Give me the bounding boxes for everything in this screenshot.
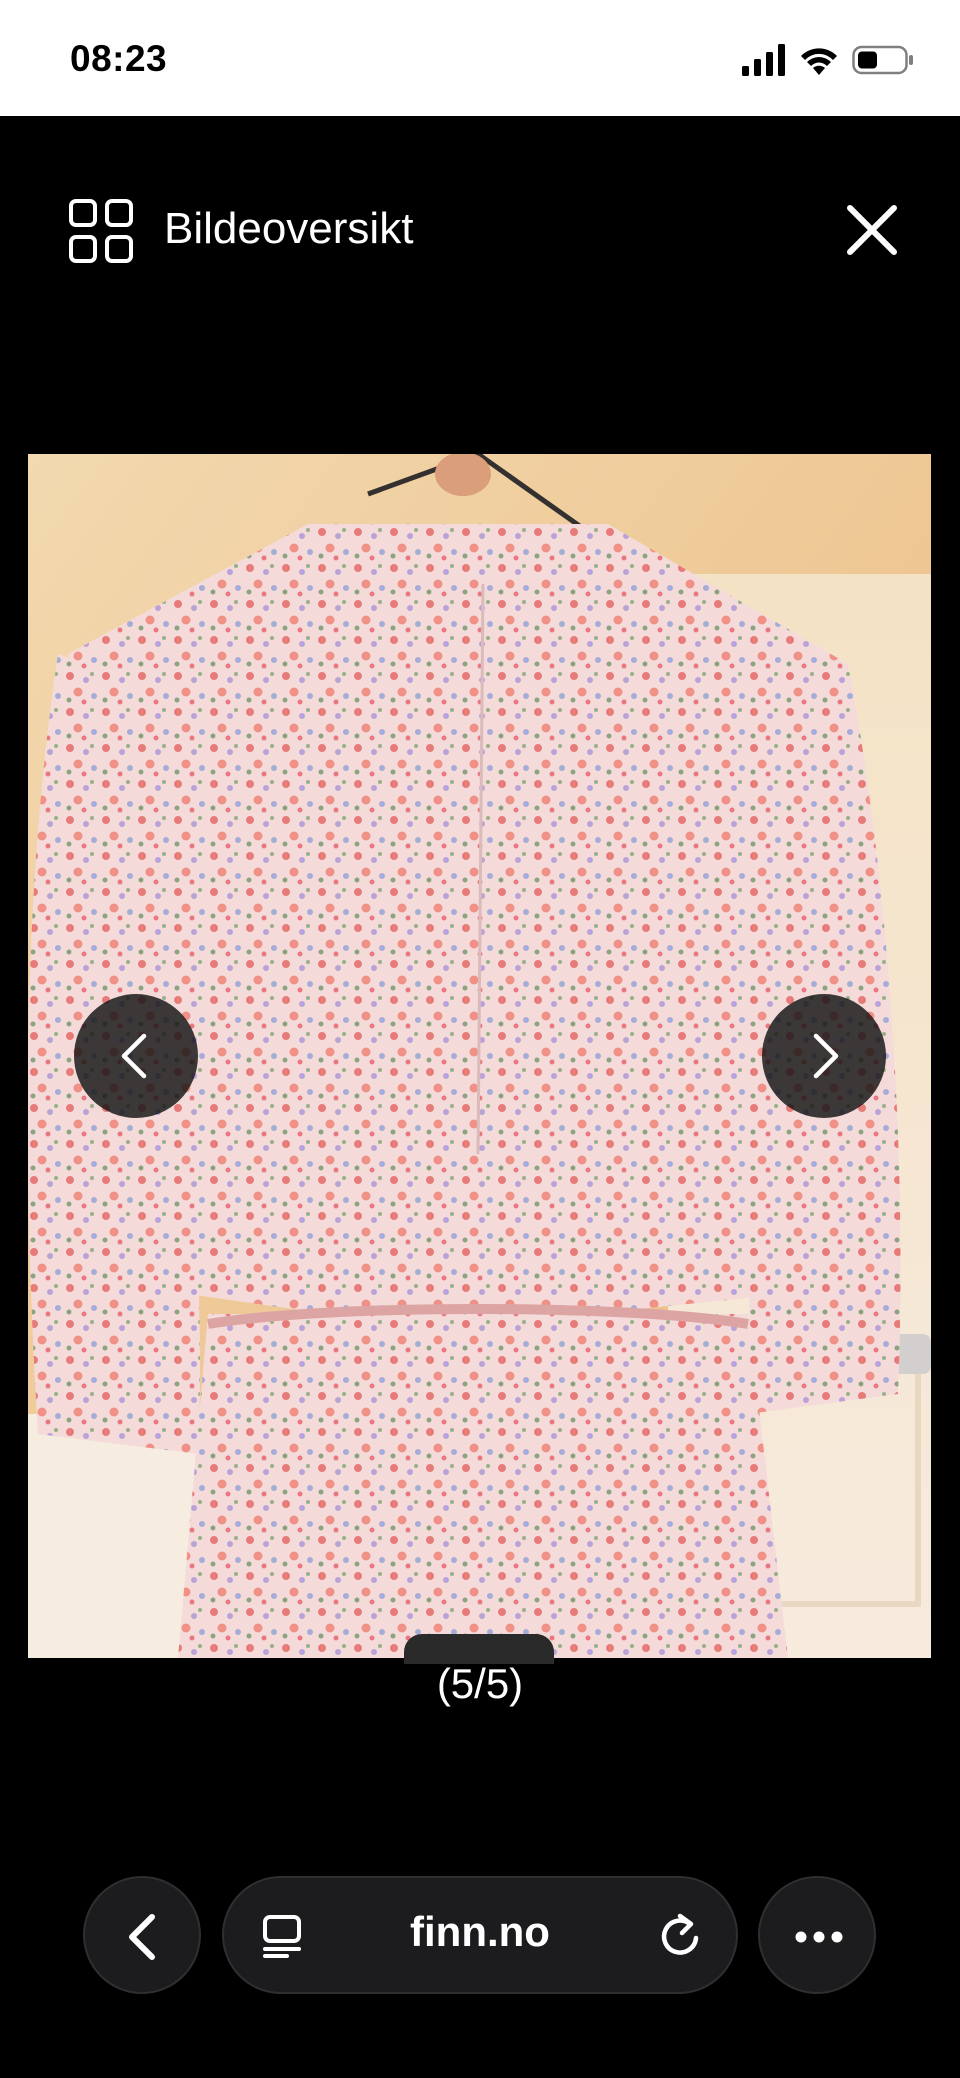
grid-icon[interactable] [68,198,134,264]
more-icon [795,1931,843,1943]
image-counter: (5/5) [436,1660,524,1707]
cellular-signal-icon [742,44,785,76]
status-bar: 08:23 [0,0,960,116]
status-time: 08:23 [70,38,168,79]
chevron-left-icon [121,1033,147,1079]
reload-icon[interactable] [658,1912,704,1960]
next-image-button[interactable] [762,994,886,1118]
close-icon[interactable] [844,202,900,258]
previous-image-button[interactable] [74,994,198,1118]
browser-back-button[interactable] [83,1876,201,1994]
address-bar[interactable]: finn.no [222,1876,738,1994]
more-options-button[interactable] [758,1876,876,1994]
gallery-header: Bildeoversikt [0,116,960,346]
battery-icon [852,45,913,75]
gallery-title[interactable]: Bildeoversikt [164,204,413,254]
wifi-icon [801,48,837,75]
chevron-right-icon [813,1033,839,1079]
back-icon [129,1914,155,1960]
